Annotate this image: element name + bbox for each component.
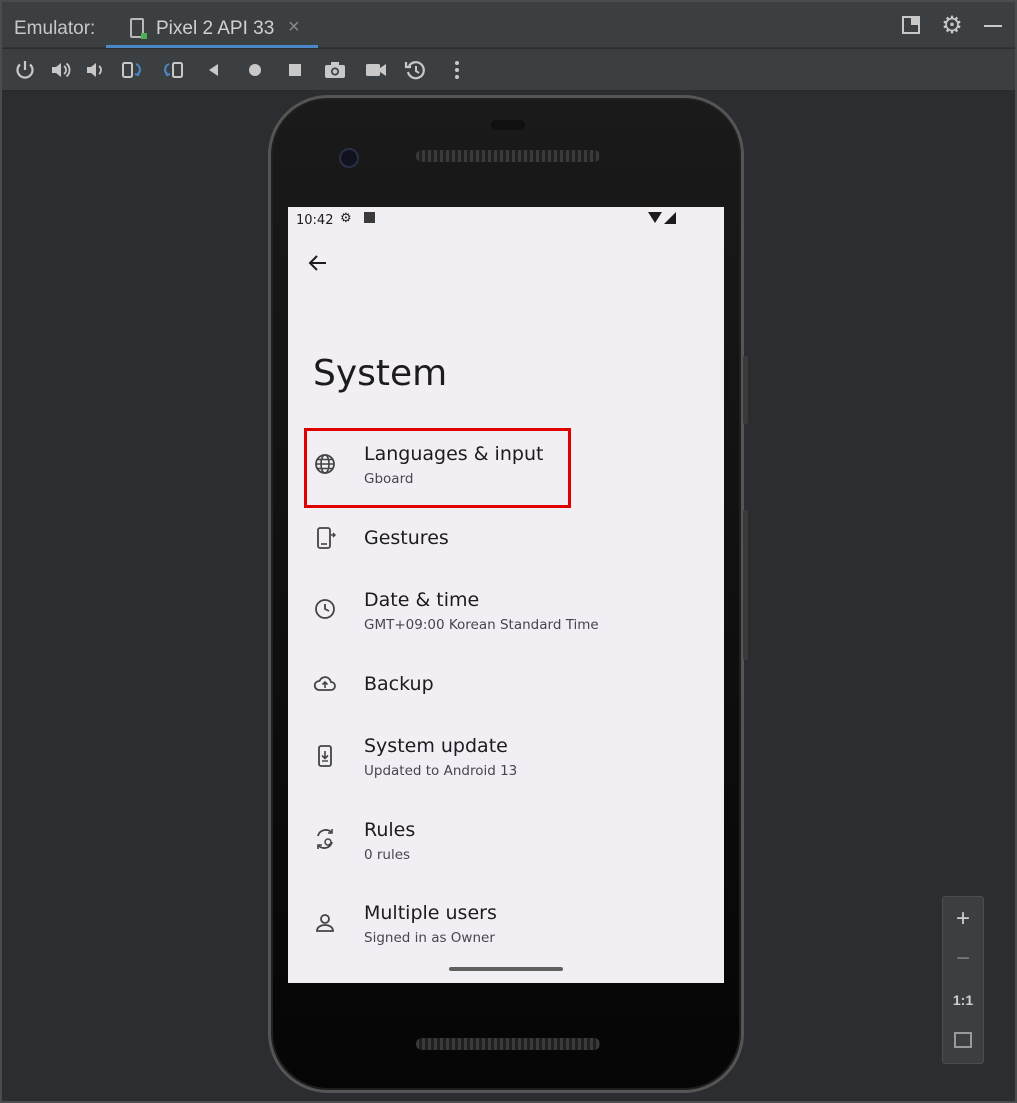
- highlight-box: [304, 428, 571, 508]
- zoom-in-button[interactable]: +: [943, 899, 983, 939]
- back-arrow-button[interactable]: [302, 247, 334, 279]
- layout-icon: [902, 16, 920, 34]
- zoom-controls: + − 1:1: [942, 896, 984, 1064]
- overview-icon[interactable]: [282, 57, 308, 83]
- wifi-icon: [648, 212, 662, 223]
- emulator-label: Emulator:: [14, 18, 96, 39]
- more-icon[interactable]: [444, 57, 470, 83]
- fit-screen-icon: [954, 1032, 972, 1048]
- emulator-toolbar: [2, 49, 1015, 91]
- list-item-system-update[interactable]: System update Updated to Android 13: [288, 717, 724, 797]
- back-icon[interactable]: [201, 57, 227, 83]
- screenshot-icon[interactable]: [322, 57, 348, 83]
- gestures-icon: [312, 525, 338, 551]
- volume-up-icon[interactable]: [48, 57, 74, 83]
- arrow-back-icon: [308, 255, 326, 271]
- rotate-right-icon[interactable]: [160, 57, 186, 83]
- item-title: System update: [364, 735, 508, 757]
- tab-device-label: Pixel 2 API 33: [156, 18, 275, 39]
- front-camera: [339, 148, 359, 168]
- power-icon[interactable]: [12, 57, 38, 83]
- snapshot-icon[interactable]: [403, 57, 429, 83]
- device-icon: [130, 18, 147, 39]
- hide-button[interactable]: [981, 14, 1005, 38]
- rotate-left-icon[interactable]: [119, 57, 145, 83]
- home-icon[interactable]: [242, 57, 268, 83]
- item-title: Date & time: [364, 589, 480, 611]
- item-subtitle: 0 rules: [364, 847, 411, 863]
- device-screen: 10:42 ⚙ System Languages & input Gboard …: [288, 207, 724, 983]
- status-bar: 10:42 ⚙: [288, 207, 724, 233]
- rules-icon: [312, 826, 338, 852]
- volume-side-button[interactable]: [743, 510, 748, 660]
- cloud-upload-icon: [312, 671, 338, 697]
- proximity-sensor: [491, 120, 525, 130]
- tab-close-icon[interactable]: ×: [288, 16, 300, 39]
- layout-toggle-button[interactable]: [900, 14, 924, 38]
- settings-button[interactable]: ⚙: [940, 14, 964, 38]
- top-speaker: [416, 150, 600, 162]
- zoom-out-button[interactable]: −: [943, 939, 983, 979]
- system-update-icon: [312, 743, 338, 769]
- item-subtitle: Updated to Android 13: [364, 763, 518, 779]
- item-subtitle: Signed in as Owner: [364, 930, 495, 946]
- clock-icon: [312, 596, 338, 622]
- settings-notification-icon: ⚙: [340, 211, 352, 226]
- gear-icon: ⚙: [941, 12, 963, 39]
- volume-down-icon[interactable]: [82, 57, 108, 83]
- item-title: Multiple users: [364, 902, 497, 924]
- person-icon: [312, 910, 338, 936]
- screen-record-icon[interactable]: [363, 57, 389, 83]
- list-item-backup[interactable]: Backup: [288, 643, 724, 723]
- tab-device[interactable]: Pixel 2 API 33 ×: [106, 6, 318, 48]
- zoom-actual-size-button[interactable]: 1:1: [943, 980, 983, 1020]
- item-title: Gestures: [364, 527, 449, 549]
- gesture-navigation-bar[interactable]: [449, 967, 563, 971]
- list-item-date-time[interactable]: Date & time GMT+09:00 Korean Standard Ti…: [288, 571, 724, 651]
- list-item-multiple-users[interactable]: Multiple users Signed in as Owner: [288, 884, 724, 964]
- title-bar: Emulator: Pixel 2 API 33 × ⚙: [2, 2, 1015, 48]
- item-subtitle: GMT+09:00 Korean Standard Time: [364, 617, 599, 633]
- list-item-gestures[interactable]: Gestures: [288, 497, 724, 577]
- item-title: Backup: [364, 673, 434, 695]
- tab-active-indicator: [106, 45, 318, 48]
- notification-icon: [364, 212, 375, 223]
- signal-icon: [664, 212, 676, 224]
- bottom-speaker: [416, 1038, 600, 1050]
- list-item-rules[interactable]: Rules 0 rules: [288, 801, 724, 881]
- item-title: Rules: [364, 819, 416, 841]
- page-title: System: [313, 353, 448, 394]
- status-time: 10:42: [296, 213, 334, 228]
- zoom-fit-button[interactable]: [943, 1021, 983, 1061]
- power-side-button[interactable]: [743, 356, 748, 424]
